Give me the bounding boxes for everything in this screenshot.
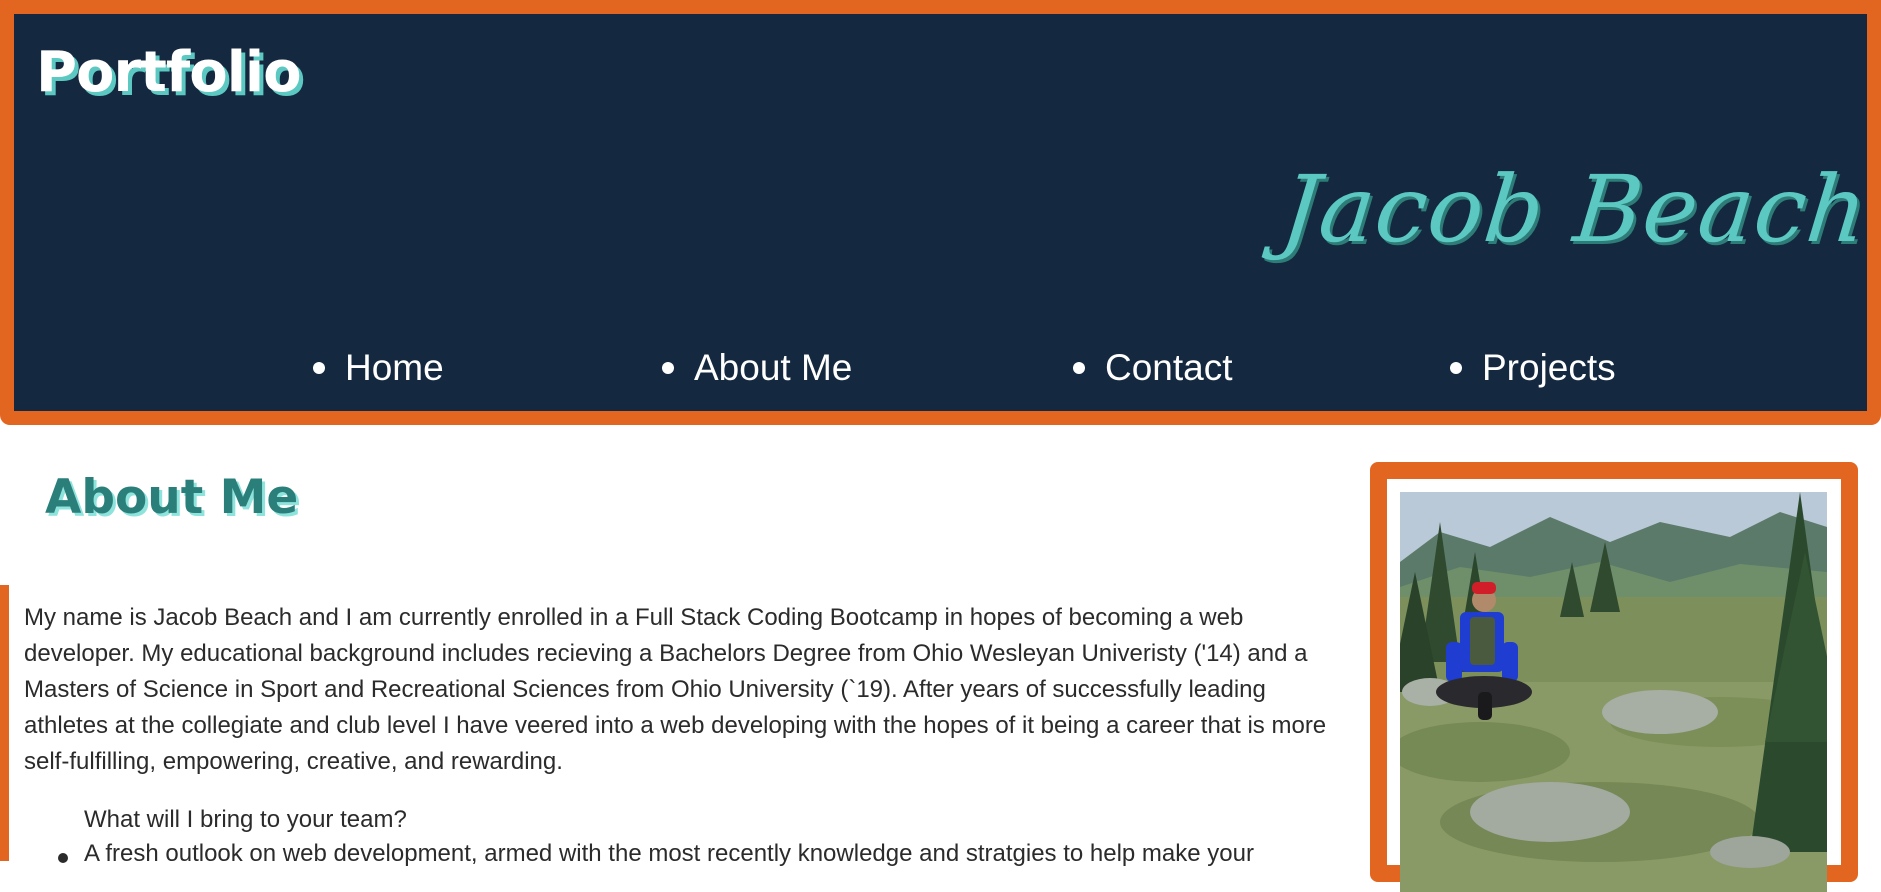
main-nav: Home About Me Contact Projects [14,347,1867,403]
nav-item-projects[interactable]: Projects [1450,347,1616,389]
site-header: Portfolio Jacob Beach Home About Me Cont… [0,0,1881,425]
list-item-text: A fresh outlook on web development, arme… [84,840,1254,867]
nav-item-contact[interactable]: Contact [1073,347,1233,389]
bullet-icon [313,362,325,374]
nav-item-label[interactable]: Home [345,347,444,389]
header-name: Jacob Beach [1275,156,1873,263]
site-brand: Portfolio [36,40,302,105]
about-question: What will I bring to your team? [84,806,407,833]
profile-photo-frame [1370,462,1858,892]
nav-item-about[interactable]: About Me [662,347,852,389]
about-title: About Me [45,470,299,525]
bullet-icon [1073,362,1085,374]
bullet-icon [58,853,68,863]
nav-item-label[interactable]: Projects [1482,347,1616,389]
bullet-icon [662,362,674,374]
nav-item-label[interactable]: About Me [694,347,852,389]
profile-photo [1400,492,1827,892]
nav-item-label[interactable]: Contact [1105,347,1233,389]
bullet-icon [1450,362,1462,374]
section-accent-bar [0,585,9,861]
hiker-meadow-image [1400,492,1827,892]
strengths-list: A fresh outlook on web development, arme… [58,840,1254,868]
list-item: A fresh outlook on web development, arme… [58,840,1254,868]
nav-item-home[interactable]: Home [313,347,444,389]
about-intro: My name is Jacob Beach and I am currentl… [24,604,1327,775]
